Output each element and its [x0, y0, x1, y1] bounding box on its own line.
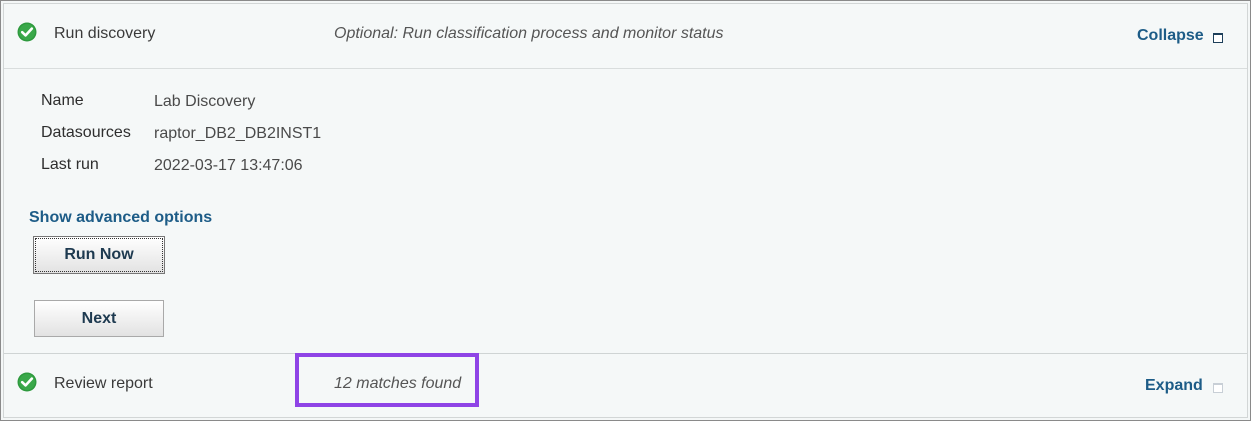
run-discovery-title: Run discovery: [54, 25, 156, 42]
next-button[interactable]: Next: [34, 300, 164, 337]
detail-value-datasources: raptor_DB2_DB2INST1: [154, 125, 322, 142]
run-now-button[interactable]: Run Now: [33, 236, 165, 274]
detail-label-name: Name: [41, 92, 84, 109]
detail-value-last-run: 2022-03-17 13:47:06: [154, 157, 303, 174]
collapse-icon[interactable]: [1213, 33, 1223, 43]
step-divider: [4, 353, 1247, 354]
expand-link[interactable]: Expand: [1145, 377, 1203, 395]
run-discovery-description: Optional: Run classification process and…: [334, 25, 724, 42]
workflow-panel-inner: Run discovery Optional: Run classificati…: [3, 3, 1248, 418]
show-advanced-options-link[interactable]: Show advanced options: [29, 209, 212, 227]
detail-label-datasources: Datasources: [41, 124, 131, 141]
review-report-title: Review report: [54, 375, 153, 392]
collapse-link[interactable]: Collapse: [1137, 27, 1204, 45]
check-icon: [17, 22, 37, 42]
detail-label-last-run: Last run: [41, 156, 99, 173]
check-icon: [17, 372, 37, 392]
run-discovery-header: Run discovery Optional: Run classificati…: [4, 4, 1247, 69]
expand-icon[interactable]: [1213, 383, 1223, 393]
workflow-panel: Run discovery Optional: Run classificati…: [0, 0, 1251, 421]
highlight-annotation: [295, 353, 479, 407]
detail-value-name: Lab Discovery: [154, 93, 256, 110]
